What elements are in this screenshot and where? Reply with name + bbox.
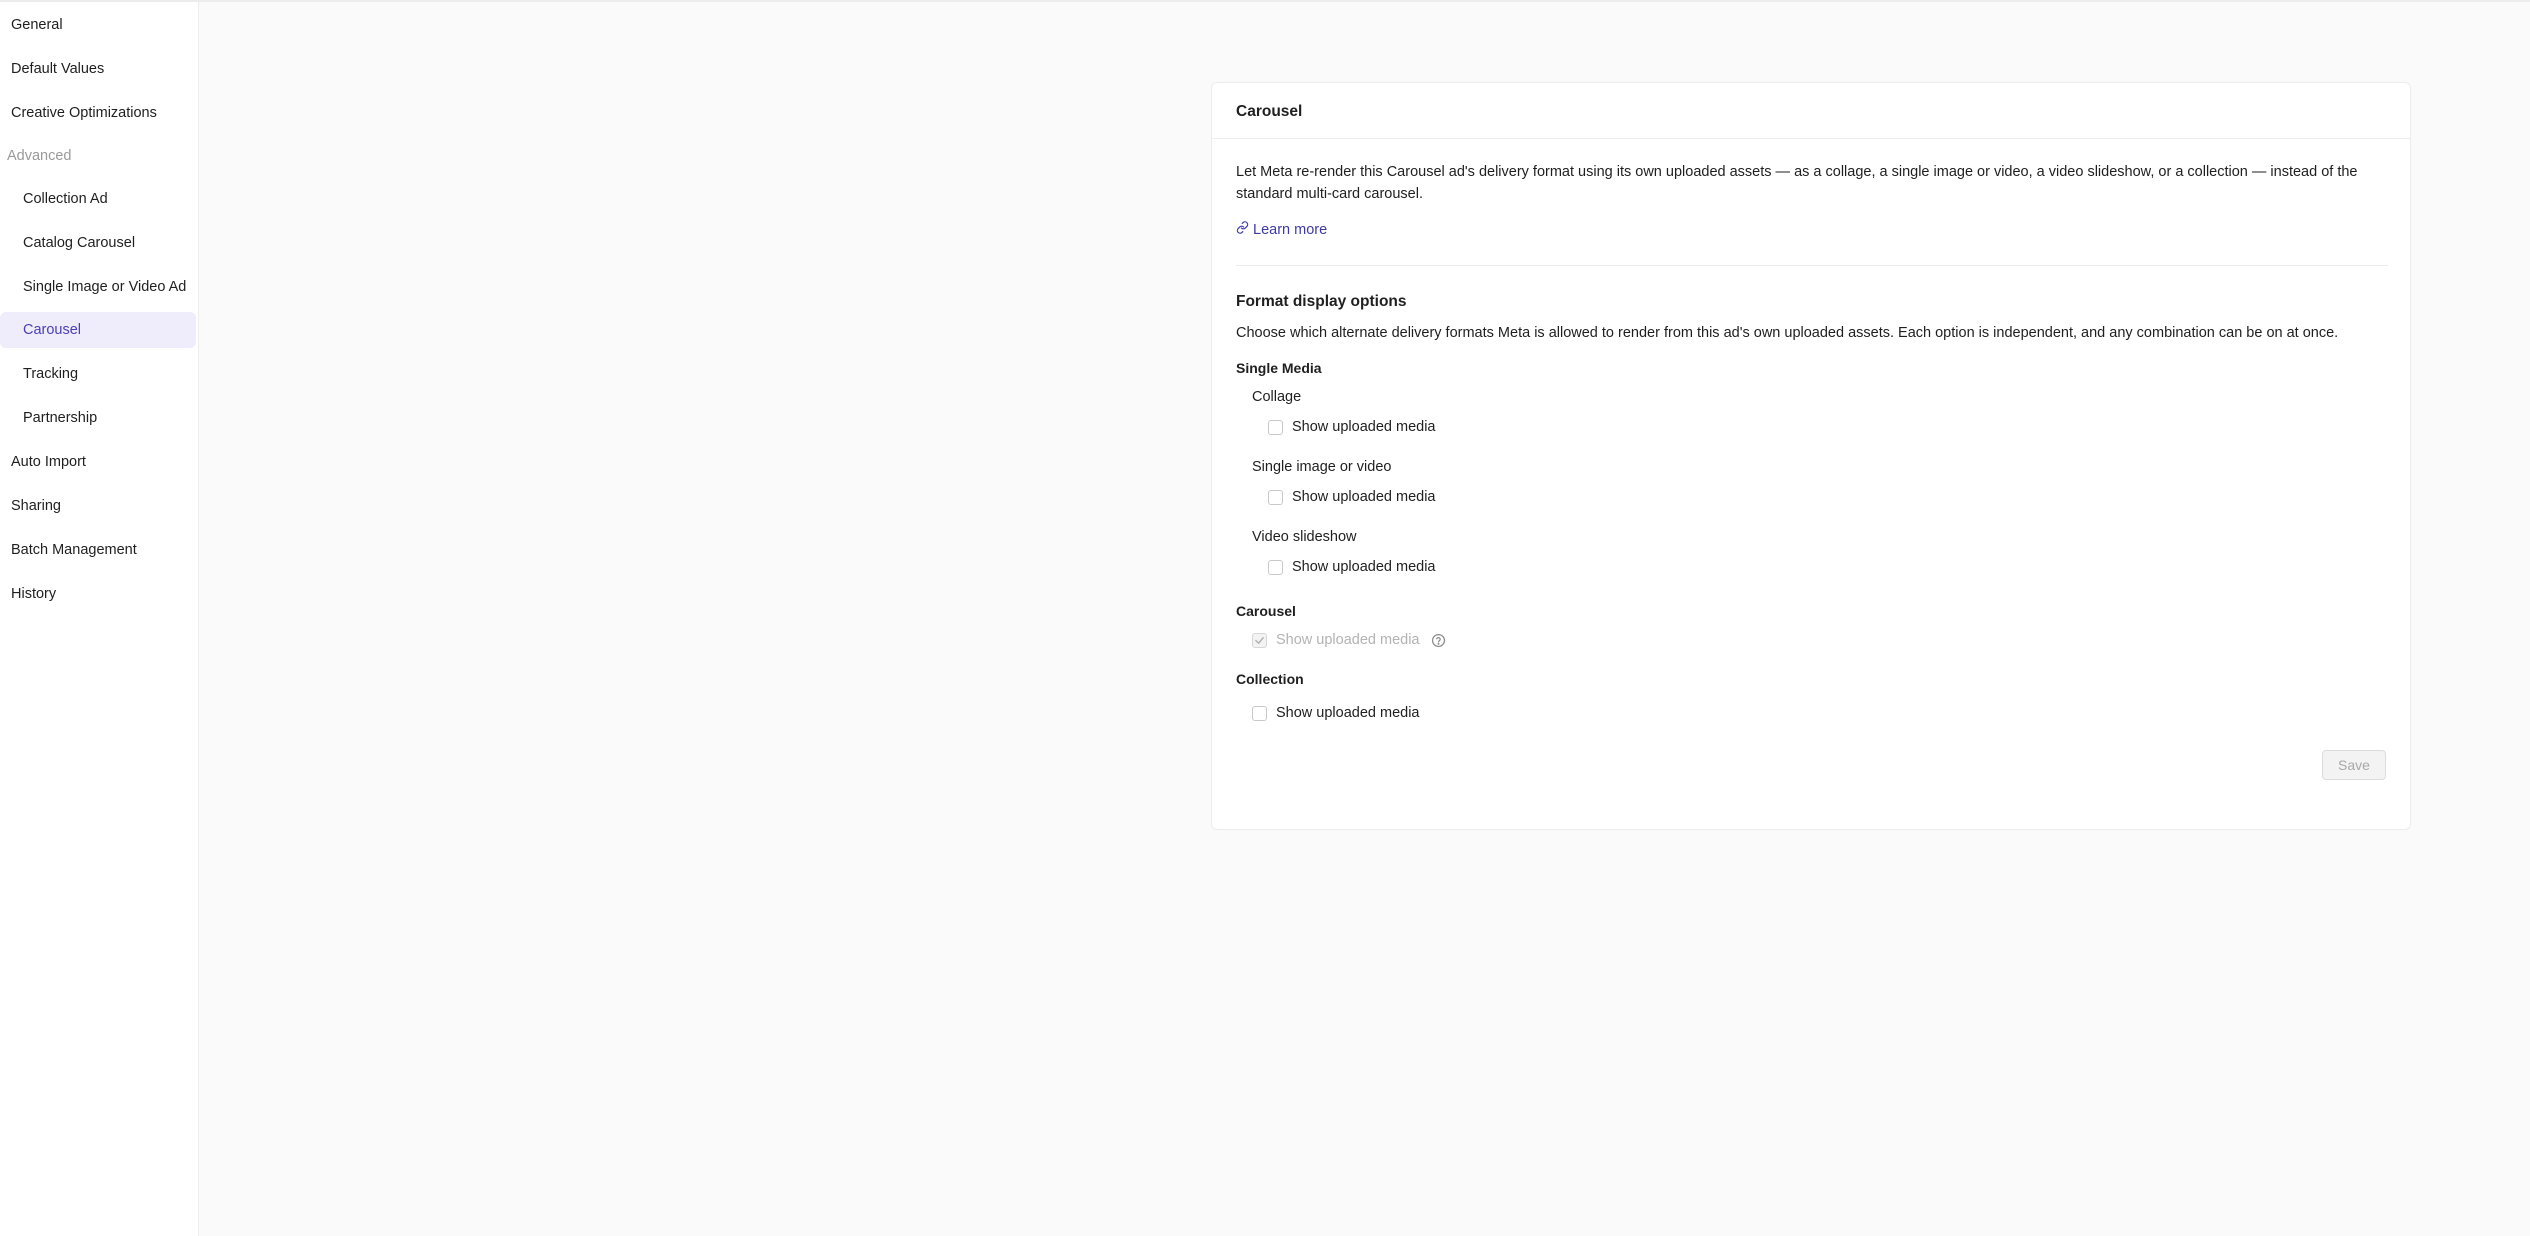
carousel-option-label: Show uploaded media [1276, 632, 1420, 648]
collage-show-uploaded-media[interactable]: Show uploaded media [1268, 419, 1436, 435]
option-label-collage: Collage [1252, 389, 1302, 405]
card-title: Carousel [1236, 103, 1303, 120]
video-slideshow-option-label: Show uploaded media [1292, 559, 1436, 575]
video-slideshow-checkbox[interactable] [1268, 559, 1283, 575]
option-label-video-slideshow: Video slideshow [1252, 529, 1357, 545]
group-label-carousel: Carousel [1236, 603, 1296, 619]
save-button[interactable]: Save [2322, 750, 2386, 780]
learn-more-link[interactable]: Learn more [1236, 221, 1327, 238]
carousel-show-uploaded-media: Show uploaded media [1252, 632, 1446, 648]
single-image-video-checkbox[interactable] [1268, 489, 1283, 505]
carousel-settings-card: Carousel Let Meta re-render this Carouse… [1211, 82, 2411, 830]
collage-checkbox[interactable] [1268, 419, 1283, 435]
sidebar-item-single-image-or-video-ad[interactable]: Single Image or Video Ad [0, 269, 196, 305]
help-circle-icon[interactable] [1431, 633, 1446, 648]
format-options-description: Choose which alternate delivery formats … [1236, 325, 2339, 341]
sidebar-section-advanced: Advanced [7, 148, 72, 164]
sidebar-item-sharing[interactable]: Sharing [0, 488, 196, 524]
sidebar-item-carousel[interactable]: Carousel [0, 312, 196, 348]
carousel-checkbox [1252, 632, 1267, 648]
top-border [0, 0, 2530, 2]
card-description: Let Meta re-render this Carousel ad's de… [1236, 164, 2358, 202]
group-label-single-media: Single Media [1236, 360, 1322, 376]
sidebar-item-default-values[interactable]: Default Values [0, 51, 196, 87]
card-header: Carousel [1212, 83, 2410, 139]
sidebar-item-history[interactable]: History [0, 576, 196, 612]
single-image-video-show-uploaded-media[interactable]: Show uploaded media [1268, 489, 1436, 505]
check-icon [1255, 636, 1264, 644]
sidebar-item-creative-optimizations[interactable]: Creative Optimizations [0, 95, 196, 131]
single-image-video-option-label: Show uploaded media [1292, 489, 1436, 505]
sidebar-item-general[interactable]: General [0, 7, 196, 43]
format-options-title: Format display options [1236, 293, 1407, 310]
collection-option-label: Show uploaded media [1276, 705, 1420, 721]
sidebar-item-catalog-carousel[interactable]: Catalog Carousel [0, 225, 196, 261]
settings-sidebar: General Default Values Creative Optimiza… [0, 2, 199, 1236]
sidebar-item-collection-ad[interactable]: Collection Ad [0, 181, 196, 217]
sidebar-item-partnership[interactable]: Partnership [0, 400, 196, 436]
group-label-collection: Collection [1236, 671, 1304, 687]
section-divider [1236, 265, 2388, 266]
collection-show-uploaded-media[interactable]: Show uploaded media [1252, 705, 1420, 721]
link-icon [1236, 221, 1249, 238]
option-label-single-image-or-video: Single image or video [1252, 459, 1392, 475]
sidebar-item-batch-management[interactable]: Batch Management [0, 532, 196, 568]
sidebar-item-auto-import[interactable]: Auto Import [0, 444, 196, 480]
sidebar-item-tracking[interactable]: Tracking [0, 356, 196, 392]
video-slideshow-show-uploaded-media[interactable]: Show uploaded media [1268, 559, 1436, 575]
collage-option-label: Show uploaded media [1292, 419, 1436, 435]
learn-more-label: Learn more [1253, 221, 1328, 238]
collection-checkbox[interactable] [1252, 705, 1267, 721]
